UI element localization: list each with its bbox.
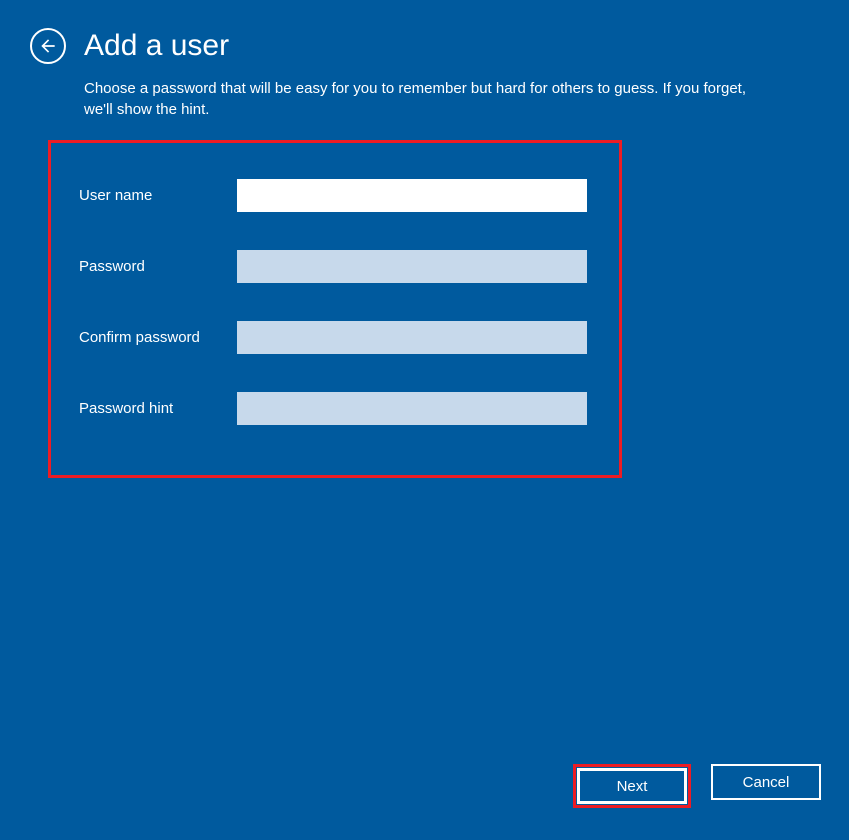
username-input[interactable] bbox=[237, 179, 587, 212]
arrow-left-icon bbox=[38, 36, 58, 56]
button-bar: Next Cancel bbox=[573, 764, 821, 808]
form-row-username: User name bbox=[79, 179, 591, 212]
cancel-button-wrap: Cancel bbox=[711, 764, 821, 808]
password-hint-input[interactable] bbox=[237, 392, 587, 425]
form-row-password-hint: Password hint bbox=[79, 392, 591, 425]
form-row-password: Password bbox=[79, 250, 591, 283]
username-label: User name bbox=[79, 187, 237, 204]
form-row-confirm-password: Confirm password bbox=[79, 321, 591, 354]
page-title: Add a user bbox=[84, 29, 229, 63]
back-button[interactable] bbox=[30, 28, 66, 64]
page-description: Choose a password that will be easy for … bbox=[0, 74, 800, 140]
next-button-highlight: Next bbox=[573, 764, 691, 808]
password-label: Password bbox=[79, 258, 237, 275]
next-button[interactable]: Next bbox=[577, 768, 687, 804]
confirm-password-label: Confirm password bbox=[79, 329, 237, 346]
confirm-password-input[interactable] bbox=[237, 321, 587, 354]
password-input[interactable] bbox=[237, 250, 587, 283]
cancel-button[interactable]: Cancel bbox=[711, 764, 821, 800]
form-highlight-box: User name Password Confirm password Pass… bbox=[48, 140, 622, 478]
password-hint-label: Password hint bbox=[79, 400, 237, 417]
